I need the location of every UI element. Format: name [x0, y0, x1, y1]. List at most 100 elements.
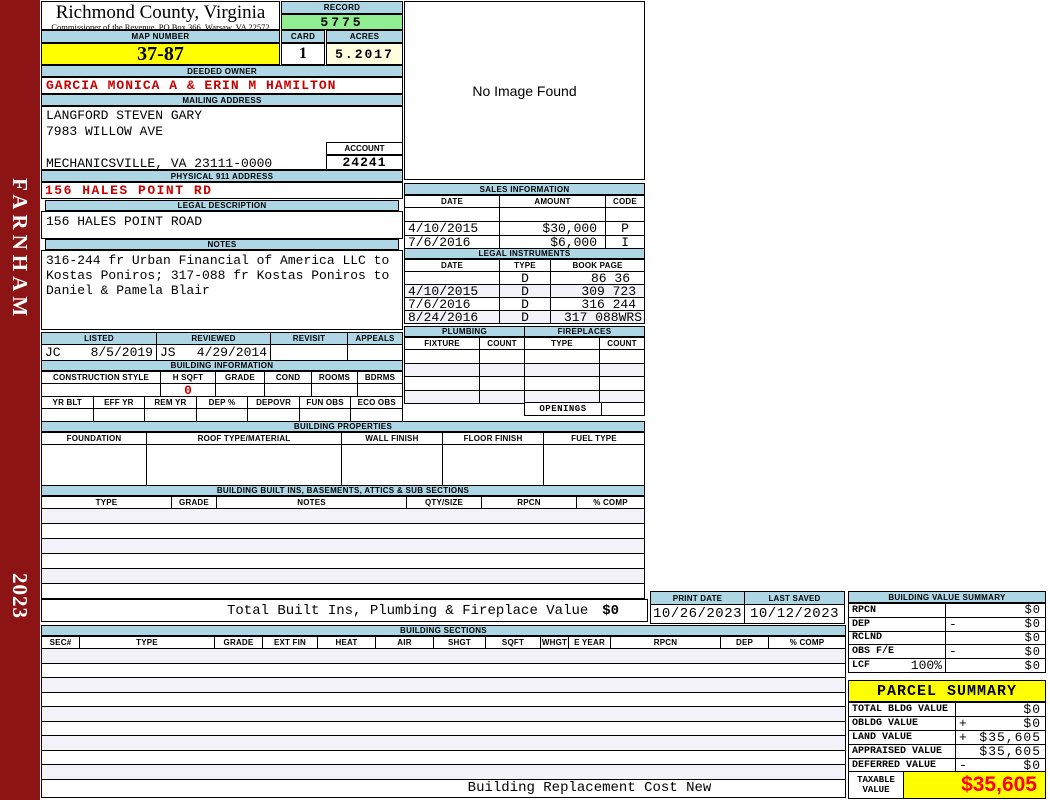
builtins-col-comp: % COMP	[577, 497, 644, 508]
built-ins-title: BUILDING BUILT INS, BASEMENTS, ATTICS & …	[41, 485, 645, 496]
instrument-date: 8/24/2016	[405, 311, 499, 323]
empty-cell	[42, 409, 93, 421]
building-information-title: BUILDING INFORMATION	[41, 360, 403, 371]
hsqft-value: 0	[161, 384, 215, 396]
bs-col-air: AIR	[376, 637, 433, 648]
reviewed-date: 4/29/2014	[196, 345, 267, 360]
sales-col-code: CODE	[606, 196, 644, 207]
empty-cell	[525, 363, 599, 376]
record-label: RECORD	[281, 1, 403, 14]
bvs-label-rclnd: RCLND	[849, 631, 945, 645]
mailing-address-label: MAILING ADDRESS	[41, 94, 403, 106]
empty-cell	[480, 377, 524, 390]
floor-finish-value	[443, 445, 543, 485]
builtins-col-qty: QTY/SIZE	[407, 497, 481, 508]
review-col-listed: LISTED	[42, 333, 156, 344]
ps-label-total-bldg: TOTAL BLDG VALUE	[849, 703, 955, 716]
foundation-value	[42, 445, 146, 485]
legal-instruments-title: LEGAL INSTRUMENTS	[404, 248, 645, 259]
bvs-op: -	[949, 644, 957, 660]
county-name: Richmond County, Virginia	[55, 2, 266, 23]
building-sections-title: BUILDING SECTIONS	[41, 625, 846, 636]
empty-row	[42, 663, 845, 677]
acres-label: ACRES	[326, 30, 403, 43]
bi-col-remyr: REM YR	[145, 397, 196, 408]
district-sidebar: FARNHAM 2023	[0, 0, 40, 800]
empty-cell	[600, 377, 644, 390]
bs-col-heat: HEAT	[318, 637, 375, 648]
empty-cell	[405, 390, 479, 403]
taxable-value-amount: $35,605	[904, 772, 1045, 798]
account-value: 24241	[326, 155, 403, 170]
empty-cell	[480, 363, 524, 376]
bi-col-construction-style: CONSTRUCTION STYLE	[42, 372, 160, 383]
bi-col-dep: DEP %	[196, 397, 248, 408]
sale-code	[606, 208, 644, 221]
bp-col-roof: ROOF TYPE/MATERIAL	[147, 433, 341, 444]
map-number-value: 37-87	[41, 43, 280, 65]
bi-col-funobs: FUN OBS	[299, 397, 351, 408]
bi-col-hsqft: H SQFT	[161, 372, 215, 383]
property-record-card: FARNHAM 2023 Richmond County, Virginia C…	[0, 0, 1050, 800]
bvs-amount: $0	[1024, 644, 1041, 659]
empty-row	[42, 736, 845, 750]
review-table: LISTED REVIEWED REVISIT APPEALS JC 8/5/2…	[41, 332, 403, 361]
building-value-summary-table: RPCN $0 DEP - $0 RCLND $0 OBS F/E - $0 LCF…	[848, 603, 1046, 673]
map-number-label: MAP NUMBER	[41, 30, 280, 43]
rooms-value	[312, 384, 357, 396]
building-information-table-1: CONSTRUCTION STYLE H SQFT GRADE COND ROO…	[41, 371, 403, 397]
bs-col-extfin: EXT FIN	[263, 637, 317, 648]
building-information-table-2: YR BLT EFF YR REM YR DEP % DEPOVR FUN OB…	[41, 396, 403, 422]
bvs-op: -	[949, 616, 957, 632]
notes-label: NOTES	[45, 239, 399, 250]
ps-amount: $0	[1023, 716, 1041, 731]
ps-label-appraised: APPRAISED VALUE	[849, 745, 955, 758]
listed-date: 8/5/2019	[90, 345, 153, 360]
bdrms-value	[358, 384, 402, 396]
empty-row	[42, 524, 644, 538]
fireplaces-col-count: COUNT	[600, 338, 644, 349]
parcel-summary-title: PARCEL SUMMARY	[848, 680, 1046, 702]
empty-cell	[600, 363, 644, 376]
district-name: FARNHAM	[8, 178, 32, 322]
bs-col-comp: % COMP	[769, 637, 845, 648]
bvs-amount: $0	[1024, 658, 1041, 673]
empty-cell	[480, 390, 524, 403]
built-ins-total-row: Total Built Ins, Plumbing & Fireplace Va…	[41, 599, 648, 622]
bs-col-shgt: SHGT	[434, 637, 485, 648]
mailing-line-1: LANGFORD STEVEN GARY	[46, 107, 203, 123]
empty-row	[42, 554, 644, 568]
bvs-label-dep: DEP	[849, 617, 945, 631]
sale-date: 4/10/2015	[405, 222, 499, 235]
sale-amount: $30,000	[500, 222, 605, 235]
last-saved-value: 10/12/2023	[745, 605, 844, 623]
empty-cell	[525, 377, 599, 390]
plumbing-title: PLUMBING	[404, 326, 525, 337]
sales-information-table: DATE AMOUNT CODE 4/10/2015 $30,000 P 7/6…	[404, 195, 645, 250]
sales-information-title: SALES INFORMATION	[404, 183, 645, 195]
record-value: 5775	[281, 14, 403, 30]
empty-cell	[299, 409, 351, 421]
instrument-type: D	[500, 272, 550, 284]
wall-finish-value	[342, 445, 442, 485]
empty-row	[42, 649, 845, 663]
bvs-amount: $0	[1024, 603, 1041, 618]
physical-address-label: PHYSICAL 911 ADDRESS	[41, 170, 403, 182]
bi-col-bdrms: BDRMS	[358, 372, 402, 383]
bvs-value-rpcn: $0	[946, 603, 1045, 618]
bs-col-rpcn: RPCN	[611, 637, 720, 648]
empty-cell	[480, 350, 524, 363]
empty-row	[42, 509, 644, 523]
bvs-label-rpcn: RPCN	[849, 604, 945, 617]
ps-value-total-bldg: $0	[956, 702, 1045, 717]
bvs-label-lcf: LCF 100%	[849, 659, 945, 672]
fireplaces-col-type: TYPE	[525, 338, 599, 349]
built-ins-table: TYPE GRADE NOTES QTY/SIZE RPCN % COMP	[41, 496, 645, 599]
notes-value: 316-244 fr Urban Financial of America LL…	[41, 250, 403, 330]
bs-col-type: TYPE	[80, 637, 214, 648]
ps-label-obldg: OBLDG VALUE	[849, 717, 955, 730]
taxable-value-label: TAXABLE VALUE	[849, 772, 903, 798]
bvs-amount: $0	[1024, 617, 1041, 632]
builtins-col-notes: NOTES	[217, 497, 406, 508]
taxable-value-row: TAXABLE VALUE $35,605	[848, 771, 1046, 799]
